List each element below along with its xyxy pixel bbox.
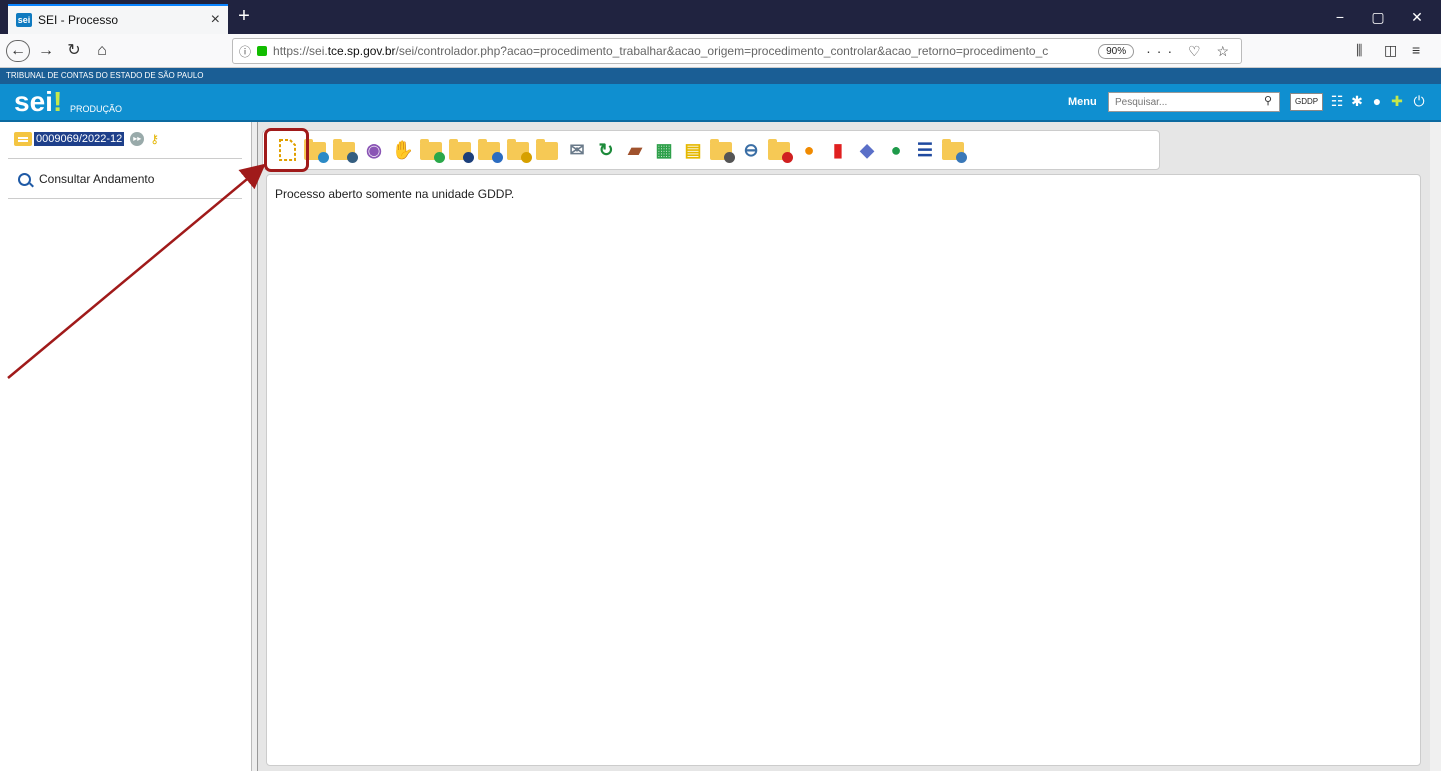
sei-logo-text: sei [14, 86, 53, 117]
minimize-icon[interactable]: − [1325, 6, 1355, 28]
close-process-icon[interactable] [768, 137, 793, 163]
browser-tab-bar: sei SEI - Processo × + − ▢ ✕ [0, 0, 1441, 34]
process-workspace: ◉ ✋ ✉ ↻ ▰ ▦ ▤ ⊖ ● ▮ ◆ ● ☰ Processo abert… [258, 122, 1441, 771]
page-actions-icon[interactable]: ··· ♡ ☆ [1146, 43, 1235, 60]
include-document-icon[interactable] [275, 137, 299, 163]
settings-icon[interactable]: ✚ [1388, 91, 1406, 111]
back-icon[interactable]: ← [6, 40, 30, 62]
navigate-icon[interactable]: ▸▸ [130, 132, 145, 146]
library-icon[interactable]: ⫼ [1356, 42, 1362, 59]
sei-logo[interactable]: sei! [14, 86, 62, 118]
scrollbar[interactable] [1430, 122, 1441, 771]
lock-icon [257, 46, 268, 56]
menu-link[interactable]: Menu [1068, 96, 1097, 108]
comment-icon[interactable]: ● [797, 137, 821, 163]
url-text[interactable]: https://sei.tce.sp.gov.br/sei/controlado… [273, 44, 1098, 58]
org-strip: TRIBUNAL DE CONTAS DO ESTADO DE SÃO PAUL… [0, 68, 1441, 84]
site-info-icon[interactable]: ⓘ [239, 43, 251, 60]
link-icon[interactable]: ⊖ [739, 137, 763, 163]
refresh-icon[interactable]: ↻ [594, 137, 618, 163]
search-input[interactable] [1108, 92, 1280, 112]
url-bar[interactable]: ⓘ https://sei.tce.sp.gov.br/sei/controla… [232, 38, 1242, 64]
search-folder-icon[interactable] [942, 137, 967, 163]
user-icon[interactable]: ● [1368, 91, 1386, 111]
process-content: Processo aberto somente na unidade GDDP. [266, 174, 1421, 766]
notification-icon[interactable]: ✱ [1348, 91, 1366, 111]
view-icon[interactable]: ◉ [362, 137, 386, 163]
process-info-icon[interactable] [449, 137, 474, 163]
reload-icon[interactable]: ↻ [62, 40, 86, 62]
unit-selector[interactable]: GDDP [1290, 93, 1324, 111]
sei-header: sei! PRODUÇÃO Menu ⚲ GDDP ☷ ✱ ● ✚ ⏻ [0, 84, 1441, 122]
tab-close-icon[interactable]: × [211, 11, 220, 29]
sidebar-icon[interactable]: ◫ [1384, 42, 1397, 59]
browser-tab[interactable]: sei SEI - Processo × [8, 4, 228, 34]
list-view-icon[interactable]: ☷ [1328, 91, 1346, 111]
annotation-icon[interactable]: ▤ [681, 137, 705, 163]
sign-icon[interactable]: ✋ [391, 137, 415, 163]
assign-user-icon[interactable] [478, 137, 503, 163]
sei-favicon-icon: sei [16, 13, 32, 27]
process-node[interactable]: 0009069/2022-12 ▸▸ ⚷ [14, 132, 159, 146]
tag-icon[interactable]: ◆ [855, 137, 879, 163]
consult-progress-label: Consultar Andamento [39, 172, 155, 186]
suspend-process-icon[interactable] [710, 137, 735, 163]
add-block-icon[interactable]: ▰ [623, 137, 647, 163]
search-icon[interactable]: ⚲ [1264, 94, 1272, 107]
deadline-icon[interactable]: ● [884, 137, 908, 163]
divider [8, 158, 242, 159]
restore-icon[interactable]: ▢ [1363, 6, 1393, 28]
delete-icon[interactable]: ▮ [826, 137, 850, 163]
org-name: TRIBUNAL DE CONTAS DO ESTADO DE SÃO PAUL… [6, 71, 204, 80]
logout-icon[interactable]: ⏻ [1410, 91, 1428, 111]
add-unit-icon[interactable]: ▦ [652, 137, 676, 163]
relate-process-icon[interactable] [304, 137, 329, 163]
folder-icon[interactable] [536, 137, 560, 163]
sei-logo-mark: ! [52, 86, 63, 117]
tab-title: SEI - Processo [38, 13, 119, 27]
list-icon[interactable]: ☰ [913, 137, 937, 163]
send-process-icon[interactable] [420, 137, 445, 163]
forward-icon[interactable]: → [34, 40, 58, 62]
divider [8, 198, 242, 199]
environment-label: PRODUÇÃO [70, 104, 123, 114]
consult-progress-link[interactable]: Consultar Andamento [18, 172, 154, 186]
home-icon[interactable]: ⌂ [90, 40, 114, 62]
process-folder-icon [14, 132, 32, 146]
browser-nav-bar: ← → ↻ ⌂ ⓘ https://sei.tce.sp.gov.br/sei/… [0, 34, 1441, 68]
process-toolbar: ◉ ✋ ✉ ↻ ▰ ▦ ▤ ⊖ ● ▮ ◆ ● ☰ [262, 130, 1160, 170]
key-icon[interactable]: ⚷ [150, 132, 159, 146]
close-window-icon[interactable]: ✕ [1402, 6, 1432, 28]
magnifier-icon [18, 172, 31, 186]
email-icon[interactable]: ✉ [565, 137, 589, 163]
process-tree-panel: 0009069/2022-12 ▸▸ ⚷ Consultar Andamento [0, 122, 252, 771]
process-settings-icon[interactable] [333, 137, 358, 163]
menu-icon[interactable]: ≡ [1412, 42, 1420, 58]
favorite-process-icon[interactable] [507, 137, 532, 163]
zoom-level[interactable]: 90% [1098, 43, 1135, 59]
new-tab-button[interactable]: + [232, 4, 256, 30]
process-status-message: Processo aberto somente na unidade GDDP. [275, 187, 515, 201]
process-number[interactable]: 0009069/2022-12 [34, 132, 125, 146]
